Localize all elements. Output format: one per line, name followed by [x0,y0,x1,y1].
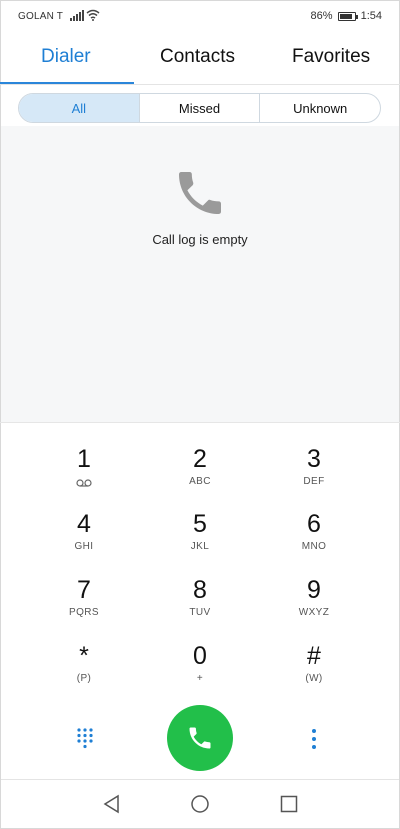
key-9[interactable]: 9 WXYZ [254,575,374,637]
key-digit: 5 [193,510,207,538]
key-8[interactable]: 8 TUV [140,575,260,637]
recents-square-icon[interactable] [278,793,300,815]
key-letters: GHI [74,541,94,552]
call-filter-segment: All Missed Unknown [18,93,381,123]
battery-fill [339,13,352,19]
key-digit: 4 [77,510,91,538]
key-letters: TUV [189,607,211,618]
carrier-name: GOLAN T [18,11,64,22]
phone-handset-icon [179,172,221,214]
dialpad-grid-icon[interactable] [76,727,94,749]
key-letters: DEF [303,476,325,487]
voicemail-icon [76,479,92,487]
key-1[interactable]: 1 [24,444,144,506]
key-7[interactable]: 7 PQRS [24,575,144,637]
phone-call-icon [189,727,211,749]
filter-all[interactable]: All [19,94,139,122]
key-0[interactable]: 0 + [140,641,260,703]
key-digit: 7 [77,576,91,604]
signal-bars-icon [70,10,84,21]
key-letters: WXYZ [298,607,330,618]
tab-dialer[interactable]: Dialer [41,46,91,68]
key-letters: ABC [189,476,211,487]
call-button[interactable] [167,705,233,771]
battery-percent: 86% [310,10,333,22]
key-digit: 3 [307,445,321,473]
home-circle-icon[interactable] [189,793,211,815]
key-digit: 9 [307,576,321,604]
key-digit: 1 [77,445,91,473]
key-letters: JKL [190,541,210,552]
key-letters: (P) [76,673,92,684]
clock: 1:54 [360,10,382,22]
tab-contacts[interactable]: Contacts [160,46,235,68]
more-vertical-icon[interactable] [309,728,319,750]
tab-indicator [0,82,134,84]
key-digit: * [79,642,89,670]
key-6[interactable]: 6 MNO [254,509,374,571]
filter-missed[interactable]: Missed [138,94,260,122]
back-triangle-icon[interactable] [101,793,123,815]
key-letters: PQRS [69,607,99,618]
status-bar: GOLAN T 86% 1:54 [0,0,400,34]
key-digit: 8 [193,576,207,604]
key-2[interactable]: 2 ABC [140,444,260,506]
status-right: 86% 1:54 [311,10,382,22]
key-4[interactable]: 4 GHI [24,509,144,571]
key-3[interactable]: 3 DEF [254,444,374,506]
key-letters: + [196,673,204,684]
filter-unknown[interactable]: Unknown [259,94,380,122]
tab-favorites[interactable]: Favorites [292,46,370,68]
key-5[interactable]: 5 JKL [140,509,260,571]
battery-icon [337,11,358,21]
key-digit: # [307,642,321,670]
key-digit: 2 [193,445,207,473]
key-digit: 0 [193,642,207,670]
keypad-divider [0,422,400,423]
key-letters: MNO [301,541,327,552]
navigation-bar [1,779,399,828]
key-digit: 6 [307,510,321,538]
key-hash[interactable]: # (W) [254,641,374,703]
empty-call-log-text: Call log is empty [152,232,248,247]
wifi-icon [86,9,100,21]
tab-bar: Dialer Contacts Favorites [0,34,400,85]
key-letters: (W) [305,673,323,684]
key-star[interactable]: * (P) [24,641,144,703]
